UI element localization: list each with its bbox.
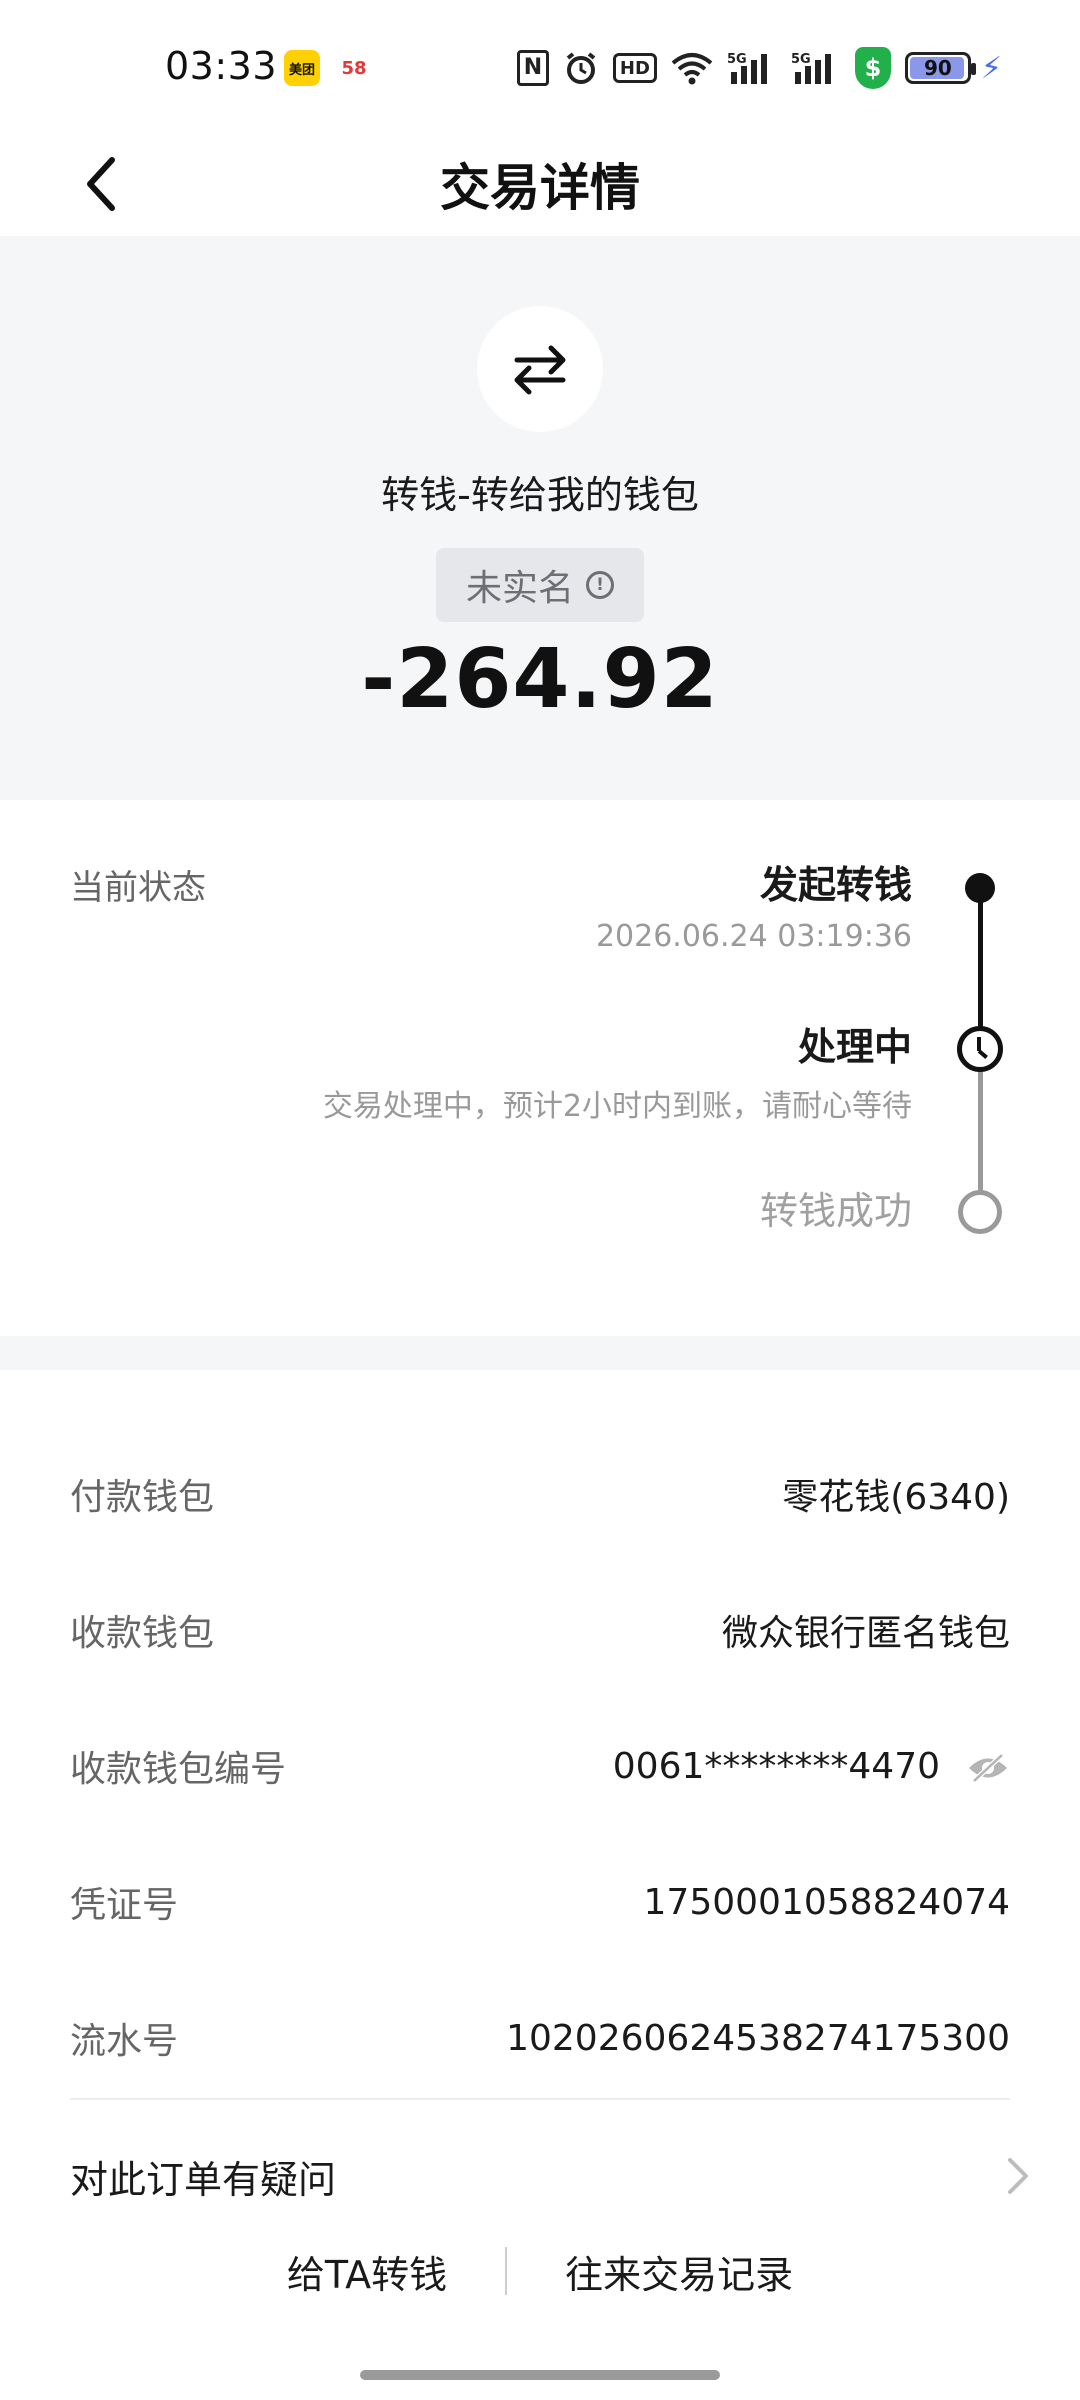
signal-5g-icon-1: 5G bbox=[727, 48, 777, 88]
meituan-app-icon: 美团 bbox=[284, 50, 320, 86]
timeline-done-dot bbox=[965, 873, 995, 903]
detail-label: 收款钱包编号 bbox=[70, 1749, 287, 1790]
signal-5g-icon-2: 5G bbox=[791, 48, 841, 88]
detail-label: 收款钱包 bbox=[70, 1613, 215, 1654]
detail-value: 微众银行匿名钱包 bbox=[721, 1613, 1010, 1654]
battery-icon: 90 bbox=[904, 52, 976, 84]
status-bar: 03:33 美团 58 N HD 5G 5G $ 90 ⚡ bbox=[0, 0, 1080, 130]
detail-value: 零花钱(6340) bbox=[782, 1477, 1010, 1518]
transaction-history-button[interactable]: 往来交易记录 bbox=[507, 2244, 851, 2299]
transaction-summary: 转钱-转给我的钱包 未实名 ! -264.92 bbox=[0, 236, 1080, 800]
badge-label: 未实名 bbox=[465, 568, 574, 609]
nav-header: 交易详情 bbox=[0, 130, 1080, 236]
status-time: 03:33 bbox=[165, 44, 278, 88]
detail-value: 1020260624538274175300 bbox=[506, 2017, 1010, 2059]
order-question-link[interactable]: 对此订单有疑问 bbox=[70, 2146, 1030, 2206]
step-title: 处理中 bbox=[797, 1025, 912, 1069]
info-icon: ! bbox=[586, 571, 614, 599]
charging-icon: ⚡ bbox=[980, 50, 1002, 86]
detail-value: 1750001058824074 bbox=[643, 1881, 1010, 1923]
eye-off-icon[interactable] bbox=[966, 1751, 1010, 1783]
step-timestamp: 2026.06.24 03:19:36 bbox=[595, 919, 912, 954]
battery-level: 90 bbox=[924, 56, 952, 80]
detail-label: 凭证号 bbox=[70, 1885, 179, 1926]
status-section: 当前状态 发起转钱 2026.06.24 03:19:36 处理中 交易处理中，… bbox=[0, 800, 1080, 1336]
timeline-pending-ring bbox=[958, 1190, 1002, 1234]
detail-label: 流水号 bbox=[70, 2021, 179, 2062]
step-description: 交易处理中，预计2小时内到账，请耐心等待 bbox=[322, 1089, 912, 1124]
step-initiated: 发起转钱 2026.06.24 03:19:36 bbox=[596, 854, 912, 954]
status-label: 当前状态 bbox=[70, 868, 206, 908]
bottom-links: 给TA转钱 往来交易记录 bbox=[0, 2236, 1080, 2306]
security-shield-icon: $ bbox=[854, 47, 891, 89]
detail-row-payee-wallet-number: 收款钱包编号 0061********4470 bbox=[70, 1736, 1010, 1796]
step-title: 转钱成功 bbox=[759, 1189, 912, 1233]
detail-row-voucher: 凭证号 1750001058824074 bbox=[70, 1872, 1010, 1932]
svg-text:5G: 5G bbox=[791, 52, 811, 67]
detail-value-wrap: 0061********4470 bbox=[613, 1746, 1010, 1787]
nfc-icon: N bbox=[516, 50, 549, 86]
chevron-right-icon bbox=[1008, 2158, 1028, 2194]
clock-icon bbox=[957, 1026, 1003, 1072]
transaction-type: 转钱-转给我的钱包 bbox=[381, 473, 699, 517]
divider bbox=[70, 2098, 1010, 2100]
alarm-icon bbox=[563, 48, 599, 88]
detail-label: 付款钱包 bbox=[70, 1477, 215, 1518]
status-icons: N HD 5G 5G $ 90 ⚡ bbox=[516, 46, 1002, 90]
detail-row-payer-wallet: 付款钱包 零花钱(6340) bbox=[70, 1464, 1010, 1524]
timeline-line-done bbox=[978, 888, 983, 1048]
detail-value: 0061********4470 bbox=[612, 1745, 940, 1787]
step-title: 发起转钱 bbox=[759, 863, 912, 907]
page-title: 交易详情 bbox=[440, 159, 640, 217]
wifi-icon bbox=[671, 48, 713, 88]
status-timeline bbox=[940, 800, 1020, 1336]
detail-row-serial: 流水号 1020260624538274175300 bbox=[70, 2008, 1010, 2068]
transfer-arrows-icon bbox=[477, 306, 603, 432]
step-processing: 处理中 交易处理中，预计2小时内到账，请耐心等待 bbox=[323, 1016, 912, 1125]
svg-text:5G: 5G bbox=[727, 52, 747, 67]
hd-icon: HD bbox=[612, 53, 657, 83]
detail-row-payee-wallet: 收款钱包 微众银行匿名钱包 bbox=[70, 1600, 1010, 1660]
home-indicator[interactable] bbox=[360, 2370, 720, 2380]
step-success: 转钱成功 bbox=[760, 1180, 912, 1235]
section-separator bbox=[0, 1336, 1080, 1370]
58-app-icon: 58 bbox=[336, 50, 372, 86]
question-label: 对此订单有疑问 bbox=[70, 2157, 337, 2202]
transaction-amount: -264.92 bbox=[361, 632, 719, 727]
unverified-badge[interactable]: 未实名 ! bbox=[436, 548, 644, 622]
transfer-to-them-button[interactable]: 给TA转钱 bbox=[229, 2244, 505, 2299]
